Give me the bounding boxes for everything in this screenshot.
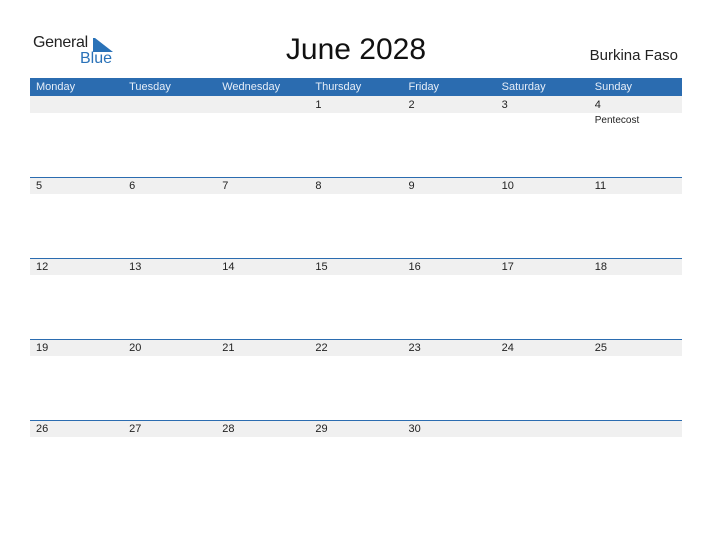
day-number: 24 [501, 342, 514, 354]
day-cell[interactable]: 13 [123, 258, 216, 339]
week-cells: 1 2 3 4 Pentecost [30, 96, 682, 177]
day-cell[interactable]: 15 [309, 258, 402, 339]
day-number: 9 [408, 180, 415, 192]
day-cell[interactable]: 24 [496, 339, 589, 420]
day-number: 7 [222, 180, 229, 192]
day-number: 22 [315, 342, 328, 354]
day-cell[interactable] [496, 420, 589, 501]
day-number: 11 [594, 180, 607, 192]
weekday-friday: Friday [408, 81, 440, 93]
day-cell[interactable]: 28 [216, 420, 309, 501]
weekday-saturday: Saturday [501, 81, 546, 93]
day-cell[interactable]: 29 [309, 420, 402, 501]
day-cell[interactable]: 26 [30, 420, 123, 501]
day-cell[interactable]: 7 [216, 177, 309, 258]
day-number: 1 [315, 99, 322, 111]
week-row: 26 27 28 29 30 [30, 420, 682, 501]
day-cell[interactable]: 23 [403, 339, 496, 420]
day-cell[interactable]: 20 [123, 339, 216, 420]
day-cell[interactable]: 4 Pentecost [589, 96, 682, 177]
day-number: 2 [408, 99, 415, 111]
day-number: 23 [408, 342, 421, 354]
day-cell[interactable] [589, 420, 682, 501]
weekday-wednesday: Wednesday [222, 81, 281, 93]
weekday-sunday: Sunday [594, 81, 633, 93]
day-number: 6 [129, 180, 136, 192]
day-number: 19 [36, 342, 49, 354]
day-number: 27 [129, 423, 142, 435]
day-cell[interactable] [30, 96, 123, 177]
week-row: 1 2 3 4 Pentecost [30, 96, 682, 177]
day-number: 29 [315, 423, 328, 435]
day-number: 16 [408, 261, 421, 273]
day-number: 28 [222, 423, 235, 435]
day-number: 13 [129, 261, 142, 273]
week-row: 12 13 14 15 16 17 18 [30, 258, 682, 339]
day-number: 21 [222, 342, 235, 354]
day-cell[interactable]: 10 [496, 177, 589, 258]
day-cell[interactable]: 11 [589, 177, 682, 258]
day-number: 4 [594, 99, 601, 111]
day-number: 12 [36, 261, 49, 273]
day-cell[interactable]: 8 [309, 177, 402, 258]
weekday-tuesday: Tuesday [129, 81, 171, 93]
day-number: 25 [594, 342, 607, 354]
week-cells: 12 13 14 15 16 17 18 [30, 258, 682, 339]
day-cell[interactable]: 12 [30, 258, 123, 339]
week-row: 19 20 21 22 23 24 25 [30, 339, 682, 420]
week-cells: 19 20 21 22 23 24 25 [30, 339, 682, 420]
day-cell[interactable]: 6 [123, 177, 216, 258]
weekday-header: Monday Tuesday Wednesday Thursday Friday Satu… [30, 78, 682, 96]
day-cell[interactable]: 30 [403, 420, 496, 501]
day-cell[interactable]: 21 [216, 339, 309, 420]
weekday-monday: Monday [36, 81, 76, 93]
day-cell[interactable] [216, 96, 309, 177]
week-cells: 26 27 28 29 30 [30, 420, 682, 501]
day-number: 14 [222, 261, 235, 273]
day-number: 3 [501, 99, 508, 111]
day-number: 18 [594, 261, 607, 273]
day-cell[interactable]: 14 [216, 258, 309, 339]
day-cell[interactable]: 19 [30, 339, 123, 420]
day-number: 5 [36, 180, 43, 192]
day-cell[interactable]: 22 [309, 339, 402, 420]
day-cell[interactable]: 16 [403, 258, 496, 339]
day-cell[interactable]: 27 [123, 420, 216, 501]
day-cell[interactable]: 9 [403, 177, 496, 258]
day-number: 17 [501, 261, 514, 273]
day-cell[interactable]: 2 [403, 96, 496, 177]
day-cell[interactable] [123, 96, 216, 177]
day-number: 8 [315, 180, 322, 192]
day-number: 10 [501, 180, 514, 192]
day-number: 15 [315, 261, 328, 273]
day-number: 20 [129, 342, 142, 354]
day-number: 26 [36, 423, 49, 435]
day-cell[interactable]: 3 [496, 96, 589, 177]
day-cell[interactable]: 1 [309, 96, 402, 177]
day-cell[interactable]: 18 [589, 258, 682, 339]
holiday-label: Pentecost [594, 115, 640, 126]
day-cell[interactable]: 25 [589, 339, 682, 420]
week-cells: 5 6 7 8 9 10 11 [30, 177, 682, 258]
day-number: 30 [408, 423, 421, 435]
country-label: Burkina Faso [589, 47, 678, 64]
weekday-thursday: Thursday [315, 81, 362, 93]
day-cell[interactable]: 17 [496, 258, 589, 339]
week-row: 5 6 7 8 9 10 11 [30, 177, 682, 258]
day-cell[interactable]: 5 [30, 177, 123, 258]
